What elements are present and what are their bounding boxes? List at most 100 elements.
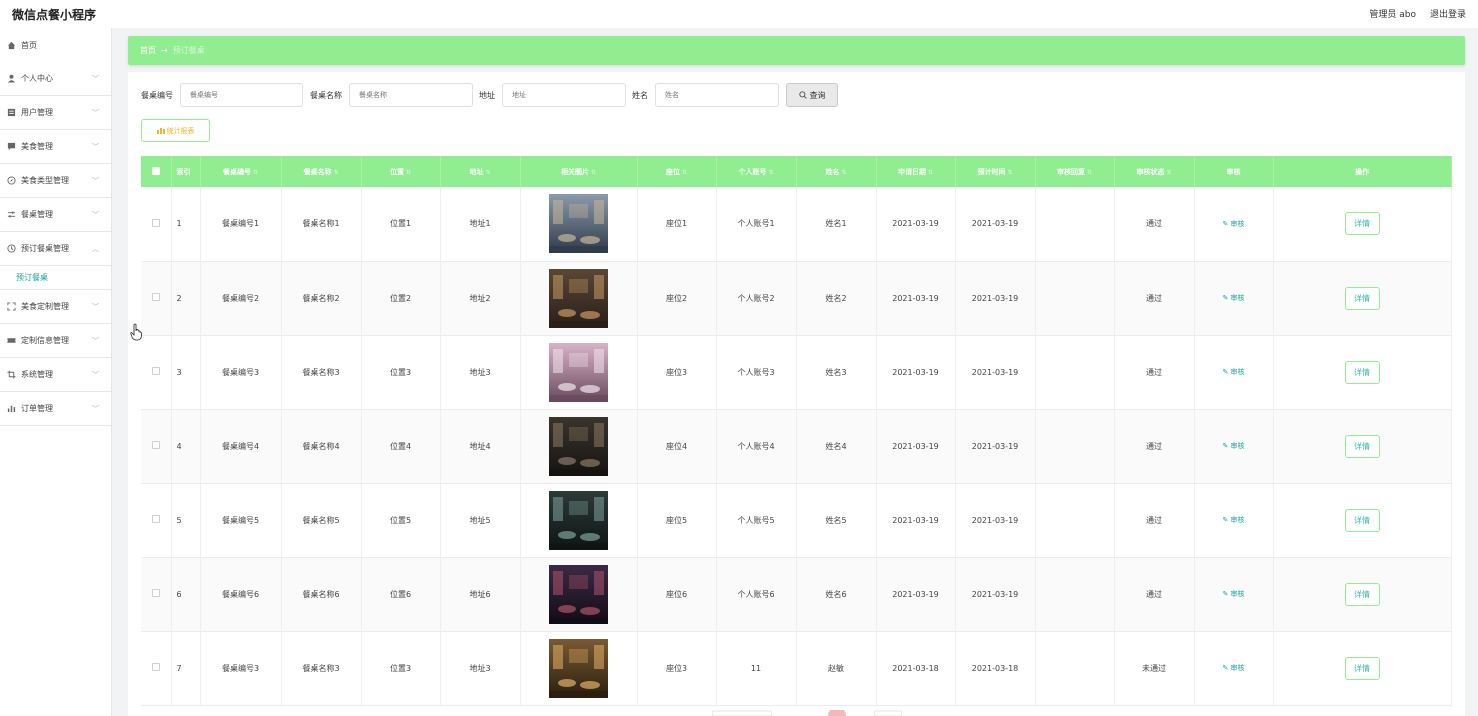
sidebar-item-7[interactable]: 美食定制管理 ﹀ xyxy=(0,290,111,324)
restaurant-photo[interactable] xyxy=(549,342,608,402)
row-checkbox[interactable] xyxy=(141,261,172,335)
sidebar-item-6[interactable]: 预订餐桌管理 ︿ xyxy=(0,232,111,266)
sort-icon[interactable]: ⇅ xyxy=(928,169,933,176)
cell-position: 位置3 xyxy=(361,631,441,705)
breadcrumb-home[interactable]: 首页 xyxy=(140,45,156,56)
chevron-down-icon: ﹀ xyxy=(92,75,99,83)
sidebar-item-0[interactable]: 首页 xyxy=(0,28,111,62)
row-checkbox[interactable] xyxy=(141,409,172,483)
sort-icon[interactable]: ⇅ xyxy=(333,169,338,176)
audit-link[interactable]: ✎ 审核 xyxy=(1222,368,1244,376)
name-input[interactable] xyxy=(655,83,779,107)
header-address[interactable]: 地址 ⇅ xyxy=(440,156,521,187)
cell-audit: ✎ 审核 xyxy=(1194,557,1274,631)
restaurant-photo[interactable] xyxy=(549,564,608,624)
header-status[interactable]: 审核状态 ⇅ xyxy=(1114,156,1195,187)
detail-button[interactable]: 详情 xyxy=(1344,286,1380,310)
checkbox[interactable] xyxy=(151,218,160,227)
address-input[interactable] xyxy=(502,83,626,107)
header-account[interactable]: 个人账号 ⇅ xyxy=(716,156,797,187)
sidebar-item-3[interactable]: 美食管理 ﹀ xyxy=(0,130,111,164)
query-button[interactable]: 查询 xyxy=(786,83,838,107)
audit-link[interactable]: ✎ 审核 xyxy=(1222,442,1244,450)
checkbox[interactable] xyxy=(151,663,160,671)
sidebar-item-label: 首页 xyxy=(21,40,37,50)
sidebar-item-label: 定制信息管理 xyxy=(21,336,69,345)
sort-icon[interactable]: ⇅ xyxy=(1007,169,1012,176)
table-name-input[interactable] xyxy=(349,83,473,107)
detail-button[interactable]: 详情 xyxy=(1344,360,1380,384)
header-table-name[interactable]: 餐桌名称 ⇅ xyxy=(281,156,362,187)
cell-image xyxy=(520,187,638,261)
checkbox[interactable] xyxy=(151,589,160,597)
report-button[interactable]: 统计报表 xyxy=(141,119,210,142)
cell-expected-time: 2021-03-19 xyxy=(955,409,1036,483)
sidebar-item-8[interactable]: 定制信息管理 ﹀ xyxy=(0,324,111,358)
header-position[interactable]: 位置 ⇅ xyxy=(361,156,441,187)
restaurant-photo[interactable] xyxy=(549,638,608,698)
restaurant-photo[interactable] xyxy=(549,268,608,328)
sort-icon[interactable]: ⇅ xyxy=(768,169,773,176)
sort-icon[interactable]: ⇅ xyxy=(1166,169,1171,176)
sidebar-item-10[interactable]: 订单管理 ﹀ xyxy=(0,392,111,426)
logout-link[interactable]: 退出登录 xyxy=(1430,7,1466,20)
checkbox[interactable] xyxy=(151,441,160,449)
header-reply[interactable]: 审核回复 ⇅ xyxy=(1035,156,1115,187)
header-name[interactable]: 姓名 ⇅ xyxy=(796,156,877,187)
header-seat[interactable]: 座位 ⇅ xyxy=(637,156,717,187)
cell-name: 姓名1 xyxy=(796,187,877,261)
row-checkbox[interactable] xyxy=(141,483,172,557)
sidebar-item-5[interactable]: 餐桌管理 ﹀ xyxy=(0,198,111,232)
header-table-no[interactable]: 餐桌编号 ⇅ xyxy=(200,156,282,187)
sort-icon[interactable]: ⇅ xyxy=(1087,169,1092,176)
table-no-input[interactable] xyxy=(180,83,303,107)
detail-button[interactable]: 详情 xyxy=(1344,212,1380,236)
restaurant-photo[interactable] xyxy=(549,490,608,550)
cell-table-no: 餐桌编号5 xyxy=(200,483,282,557)
sort-icon[interactable]: ⇅ xyxy=(253,169,258,176)
cell-audit: ✎ 审核 xyxy=(1194,483,1274,557)
audit-link[interactable]: ✎ 审核 xyxy=(1222,590,1244,598)
sidebar-item-1[interactable]: 个人中心 ﹀ xyxy=(0,62,111,96)
sort-icon[interactable]: ⇅ xyxy=(591,169,596,176)
admin-user-label: 管理员 abo xyxy=(1369,10,1416,20)
row-checkbox[interactable] xyxy=(141,557,172,631)
restaurant-photo[interactable] xyxy=(549,416,608,476)
row-checkbox[interactable] xyxy=(141,335,172,409)
cell-address: 地址3 xyxy=(440,335,521,409)
cell-index: 5 xyxy=(171,483,201,557)
cell-table-no: 餐桌编号2 xyxy=(200,261,282,335)
audit-link[interactable]: ✎ 审核 xyxy=(1222,664,1244,672)
sidebar-item-2[interactable]: 用户管理 ﹀ xyxy=(0,96,111,130)
table-row: 2 餐桌编号2 餐桌名称2 位置2 地址2 座位2 个人账号2 姓名2 2021-03-19 20… xyxy=(141,261,1452,335)
sort-icon[interactable]: ⇅ xyxy=(682,169,687,176)
audit-link[interactable]: ✎ 审核 xyxy=(1222,220,1244,228)
audit-link[interactable]: ✎ 审核 xyxy=(1222,294,1244,302)
checkbox[interactable] xyxy=(151,367,160,375)
row-checkbox[interactable] xyxy=(141,631,172,705)
detail-button[interactable]: 详情 xyxy=(1344,582,1380,606)
checkbox[interactable] xyxy=(151,293,160,301)
detail-button[interactable]: 详情 xyxy=(1344,508,1380,532)
detail-button[interactable]: 详情 xyxy=(1344,434,1380,458)
row-checkbox[interactable] xyxy=(141,187,172,261)
restaurant-photo[interactable] xyxy=(549,194,608,254)
header-image[interactable]: 相关图片 ⇅ xyxy=(520,156,638,187)
cell-actions: 详情 xyxy=(1273,483,1452,557)
select-all-checkbox[interactable] xyxy=(141,156,172,187)
sidebar-subitem-reserve-table[interactable]: 预订餐桌 xyxy=(0,266,111,290)
header-apply-date[interactable]: 申请日期 ⇅ xyxy=(876,156,956,187)
sidebar-item-4[interactable]: 美食类型管理 ﹀ xyxy=(0,164,111,198)
checkbox[interactable] xyxy=(151,515,160,523)
sort-icon[interactable]: ⇅ xyxy=(841,169,846,176)
sidebar-item-9[interactable]: 系统管理 ﹀ xyxy=(0,358,111,392)
detail-button[interactable]: 详情 xyxy=(1344,656,1380,680)
sort-icon[interactable]: ⇅ xyxy=(406,169,411,176)
header-expected-time[interactable]: 预计时间 ⇅ xyxy=(955,156,1036,187)
chevron-down-icon: ﹀ xyxy=(92,211,99,219)
audit-link[interactable]: ✎ 审核 xyxy=(1222,516,1244,524)
cell-status: 通过 xyxy=(1114,483,1195,557)
sidebar-item-label: 个人中心 xyxy=(21,74,53,83)
sort-icon[interactable]: ⇅ xyxy=(485,169,490,176)
search-label-table-name: 餐桌名称 xyxy=(310,90,342,100)
